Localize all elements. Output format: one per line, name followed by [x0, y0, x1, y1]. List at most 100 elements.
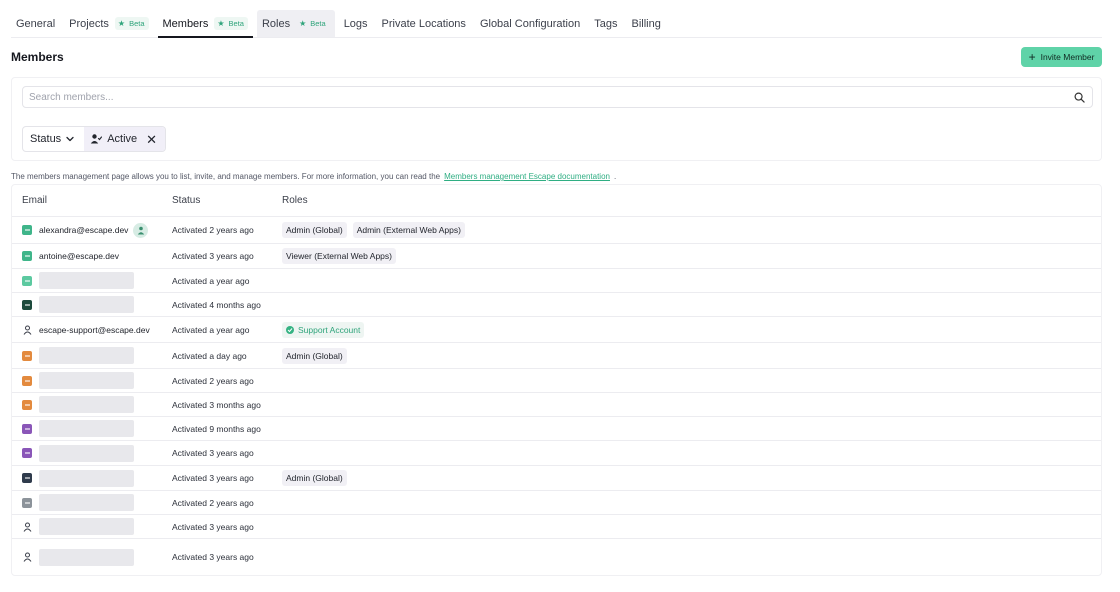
avatar [22, 473, 32, 483]
redacted-email [39, 420, 134, 437]
star-icon: ★ [117, 19, 126, 28]
avatar [22, 251, 32, 261]
tab-general[interactable]: General [11, 10, 60, 37]
member-status: Activated 9 months ago [172, 423, 261, 434]
email-cell [22, 343, 134, 368]
role-label: Admin (Global) [286, 225, 343, 235]
active-filter-label: Active [107, 133, 138, 145]
avatar [22, 350, 32, 361]
email-cell [22, 269, 134, 292]
tab-label: Roles [261, 17, 291, 30]
table-row[interactable]: Activated a year ago [12, 269, 1101, 293]
beta-badge: ★ Beta [296, 17, 330, 30]
avatar [22, 299, 32, 310]
table-row[interactable]: Activated 3 months ago [12, 393, 1101, 417]
active-filter-chip[interactable]: Active ✕ [84, 127, 166, 151]
redacted-email [39, 548, 134, 566]
table-row[interactable]: escape-support@escape.dev Activated a yea… [12, 317, 1101, 343]
status-filter: Status Active ✕ [22, 126, 167, 152]
redacted-email [39, 494, 134, 511]
tab-logs[interactable]: Logs [339, 10, 373, 37]
page-title: Members [11, 50, 64, 64]
help-description: The members management page allows you t… [11, 172, 441, 181]
redacted-email [39, 396, 134, 413]
table-row[interactable]: Activated 3 years ago Admin (Global) [12, 466, 1101, 491]
avatar [22, 225, 32, 235]
beta-label: Beta [228, 19, 244, 28]
role-badge: Admin (Global) [282, 222, 347, 238]
member-status: Activated 4 months ago [172, 299, 261, 310]
invite-member-button[interactable]: + Invite Member [1021, 47, 1102, 67]
tab-projects[interactable]: Projects ★ Beta [64, 10, 153, 37]
tab-global-configuration[interactable]: Global Configuration [475, 10, 585, 37]
star-icon: ★ [299, 19, 307, 28]
search-filter-panel: Status Active ✕ [11, 77, 1102, 161]
tab-label: General [16, 17, 56, 30]
beta-badge: ★ Beta [114, 17, 149, 30]
table-row[interactable]: antoine@escape.dev Activated 3 years ago V… [12, 244, 1101, 269]
redacted-email [39, 347, 134, 364]
member-status: Activated a year ago [172, 324, 250, 335]
roles-cell: Viewer (External Web Apps) [282, 244, 402, 268]
redacted-email [39, 296, 134, 313]
settings-tabs: General Projects ★ Beta Members ★ Beta Roles… [11, 10, 1102, 38]
table-row[interactable]: Activated 3 years ago [12, 515, 1101, 539]
role-label: Viewer (External Web Apps) [286, 251, 392, 261]
column-header-roles[interactable]: Roles [282, 195, 308, 206]
redacted-email [39, 272, 134, 289]
avatar [22, 423, 32, 434]
member-status: Activated 3 years ago [172, 251, 254, 261]
email-cell [22, 417, 134, 440]
column-header-status[interactable]: Status [172, 195, 200, 206]
user-icon [22, 552, 32, 562]
member-status: Activated 3 months ago [172, 399, 261, 410]
tab-label: Projects [69, 17, 109, 30]
search-input[interactable] [29, 91, 1072, 103]
table-row[interactable]: Activated 2 years ago [12, 369, 1101, 393]
close-icon[interactable]: ✕ [146, 133, 157, 146]
member-email: antoine@escape.dev [39, 251, 119, 261]
role-badge: Admin (Global) [282, 470, 347, 486]
tab-roles[interactable]: Roles ★ Beta [256, 10, 335, 37]
roles-cell: Admin (Global) [282, 343, 353, 368]
table-row[interactable]: alexandra@escape.dev Activated 2 years ag… [12, 217, 1101, 244]
member-status: Activated 3 years ago [172, 552, 254, 562]
email-cell: alexandra@escape.dev [22, 217, 149, 243]
user-check-icon [90, 133, 103, 145]
member-status: Activated a day ago [172, 350, 247, 361]
tab-label: Global Configuration [479, 17, 581, 30]
table-row[interactable]: Activated 9 months ago [12, 417, 1101, 441]
role-badge: Viewer (External Web Apps) [282, 248, 396, 264]
member-status: Activated 2 years ago [172, 225, 254, 235]
tab-members[interactable]: Members ★ Beta [157, 10, 254, 38]
table-row[interactable]: Activated 3 years ago [12, 441, 1101, 466]
member-status: Activated a year ago [172, 275, 250, 286]
redacted-email [39, 444, 134, 462]
email-cell: antoine@escape.dev [22, 244, 119, 268]
redacted-email [39, 372, 134, 389]
members-table: Email Status Roles alexandra@escape.dev A… [11, 184, 1102, 576]
current-user-icon [133, 222, 149, 238]
tab-private-locations[interactable]: Private Locations [377, 10, 471, 37]
status-filter-dropdown[interactable]: Status [23, 127, 84, 151]
table-row[interactable]: Activated 3 years ago [12, 539, 1101, 575]
user-icon [22, 325, 32, 335]
email-cell [22, 369, 134, 392]
tab-tags[interactable]: Tags [589, 10, 622, 37]
table-row[interactable]: Activated 2 years ago [12, 491, 1101, 515]
table-row[interactable]: Activated 4 months ago [12, 293, 1101, 317]
avatar [22, 497, 32, 508]
table-row[interactable]: Activated a day ago Admin (Global) [12, 343, 1101, 369]
table-header: Email Status Roles [12, 185, 1101, 217]
documentation-link[interactable]: Members management Escape documentation [444, 172, 610, 181]
roles-cell: Support Account [282, 317, 370, 342]
support-account-label: Support Account [298, 324, 361, 335]
email-cell [22, 441, 134, 465]
beta-badge: ★ Beta [214, 17, 248, 30]
member-email: alexandra@escape.dev [39, 225, 129, 235]
chevron-down-icon [65, 134, 75, 144]
beta-label: Beta [310, 19, 326, 28]
search-icon[interactable] [1072, 90, 1086, 104]
tab-billing[interactable]: Billing [626, 10, 665, 37]
column-header-email[interactable]: Email [22, 195, 47, 206]
